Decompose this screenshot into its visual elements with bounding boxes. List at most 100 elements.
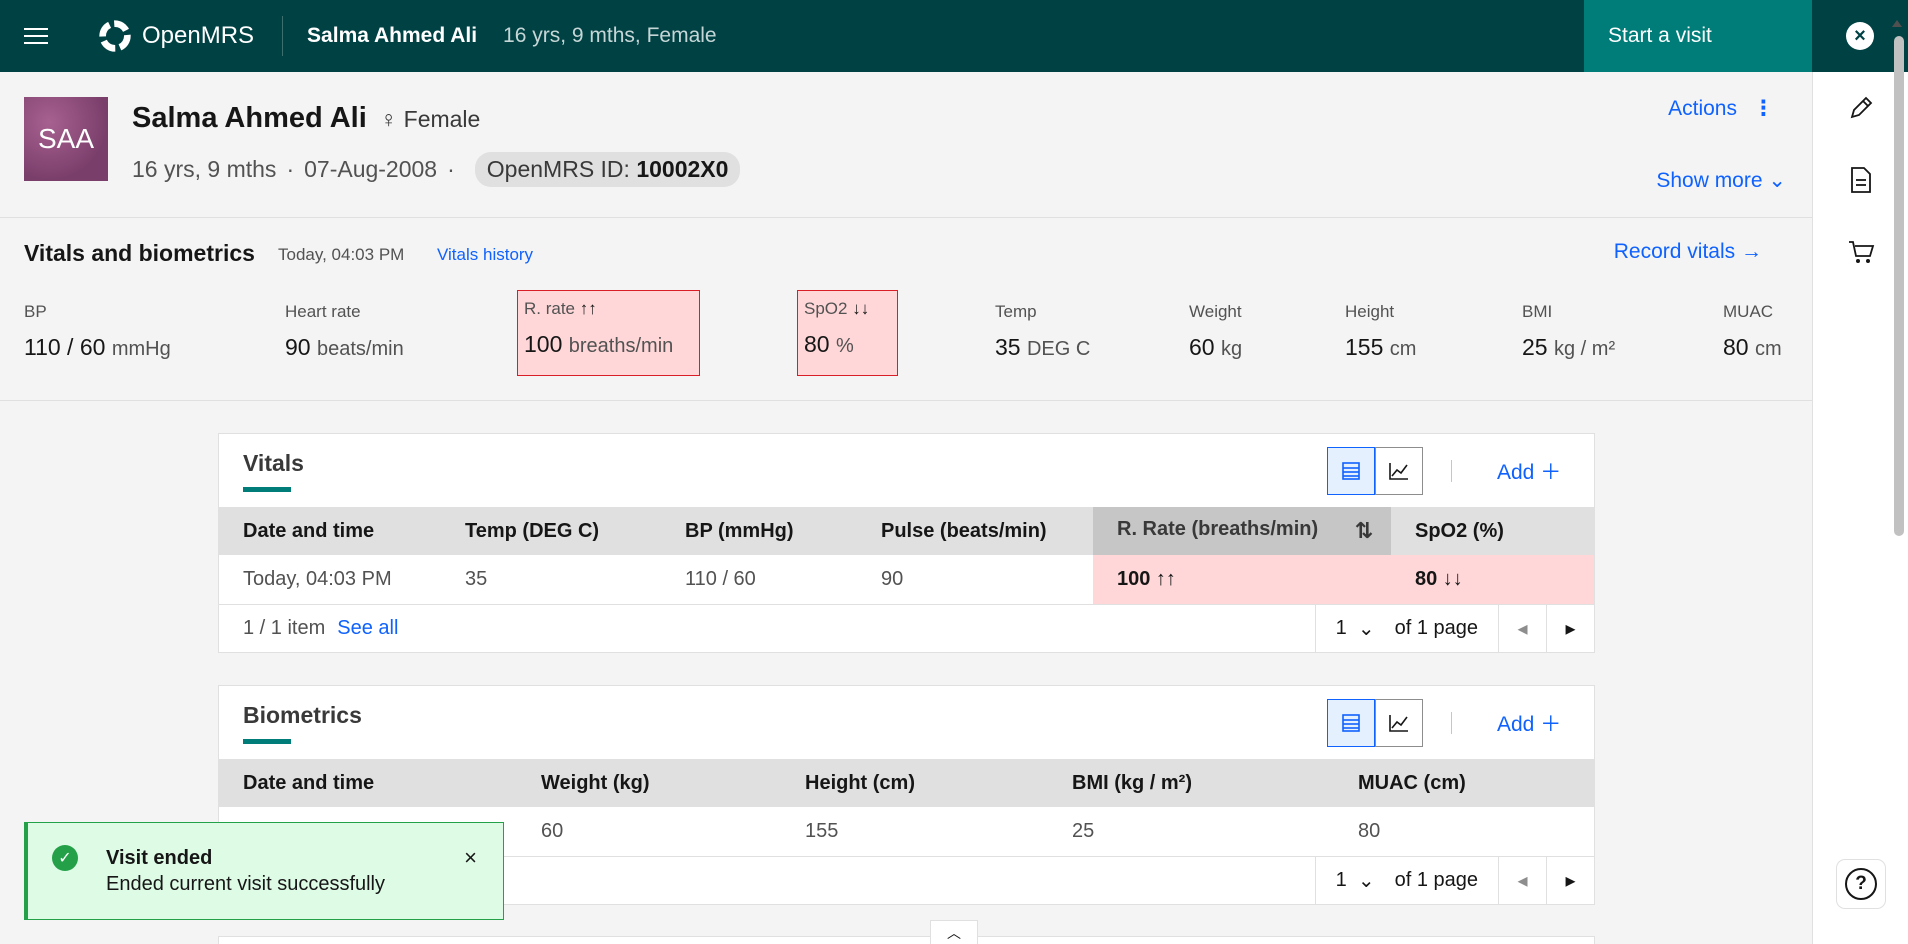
toast-title: Visit ended [106,847,213,869]
page-controls: 1 ⌄ of 1 page ◂ ▸ [1314,604,1594,652]
vital-height: Height 155 cm [1345,302,1416,361]
chart-view-button[interactable] [1375,447,1423,495]
vital-muac: MUAC 80 cm [1723,302,1782,361]
record-vitals-label: Record vitals [1613,240,1736,263]
column-header[interactable]: Date and time [219,507,441,555]
patient-id-tag: OpenMRS ID: 10002X0 [474,152,741,187]
checkmark-icon: ✓ [52,845,78,871]
scroll-up-arrow[interactable] [1892,20,1902,27]
cell-rrate: 100 ↑↑ [1093,555,1391,605]
column-header[interactable]: Temp (DEG C) [441,507,661,555]
header-patient-meta: 16 yrs, 9 mths, Female [503,24,717,47]
chevron-down-icon: ⌄ [1357,617,1375,640]
patient-dob: 07-Aug-2008 [304,156,438,182]
overflow-menu-icon: ⋮ [1753,97,1774,120]
column-header[interactable]: BP (mmHg) [661,507,857,555]
vital-bp: BP 110 / 60 mmHg [24,302,171,361]
vital-value: 90 beats/min [285,334,404,360]
help-button[interactable]: ? [1837,860,1885,908]
actions-menu-button[interactable]: Actions ⋮ [1668,96,1774,121]
vital-label: Temp [995,302,1037,321]
page-count: of 1 page [1394,868,1478,891]
caret-left-icon: ◂ [1517,869,1528,892]
toast-notification: ✓ Visit ended Ended current visit succes… [24,822,504,920]
scrollbar-thumb[interactable] [1894,36,1904,536]
high-flag-icon: ↑↑ [579,299,597,318]
line-chart-icon [1389,463,1408,480]
table-header-row: Date and time Weight (kg) Height (cm) BM… [219,759,1594,807]
header-patient-name: Salma Ahmed Ali [307,24,478,47]
start-visit-button[interactable]: Start a visit [1584,0,1812,72]
column-header[interactable]: BMI (kg / m²) [1048,759,1334,807]
table-view-icon [1342,714,1360,732]
page-select[interactable]: 1 ⌄ [1314,856,1395,904]
column-header[interactable]: SpO2 (%) [1391,507,1594,555]
divider [1451,460,1452,482]
vitals-header-title: Vitals and biometrics [24,240,255,266]
hamburger-menu-icon[interactable] [0,0,72,72]
cell-temp: 35 [441,555,661,605]
cell-spo2: 80 ↓↓ [1391,555,1594,605]
previous-page-button[interactable]: ◂ [1498,604,1546,652]
gender-label: Female [403,106,481,132]
vital-value: 35 DEG C [995,334,1091,360]
next-page-button[interactable]: ▸ [1546,856,1594,904]
chevron-down-icon: ⌄ [1768,169,1786,192]
column-header[interactable]: Date and time [219,759,517,807]
table-view-button[interactable] [1327,699,1375,747]
actions-label: Actions [1668,96,1737,120]
vital-value: 60 kg [1189,334,1243,360]
pagination: 1 / 1 item See all 1 ⌄ of 1 page ◂ ▸ [219,604,1594,652]
separator-dot: · [286,156,295,182]
pen-icon [1850,96,1873,119]
vital-label: Heart rate [285,302,361,321]
vitals-history-link[interactable]: Vitals history [437,245,533,265]
vital-label: BMI [1522,302,1553,321]
openmrs-logo[interactable]: OpenMRS [72,16,284,56]
vital-heart-rate: Heart rate 90 beats/min [285,302,404,361]
column-header-sorted[interactable]: R. Rate (breaths/min) ⇅ [1093,507,1391,555]
table-view-icon [1342,462,1360,480]
id-label: OpenMRS ID: [486,156,630,182]
page-controls: 1 ⌄ of 1 page ◂ ▸ [1314,856,1594,904]
vitals-timestamp: Today, 04:03 PM [278,245,405,264]
add-biometrics-button[interactable]: Add ＋ [1497,708,1561,738]
item-count: 1 / 1 item [243,616,326,639]
cell-bp: 110 / 60 [661,555,857,605]
separator-dot: · [447,156,455,182]
top-navigation-bar: OpenMRS Salma Ahmed Ali 16 yrs, 9 mths, … [0,0,1908,72]
show-more-button[interactable]: Show more ⌄ [1656,168,1786,193]
vital-value: 25 kg / m² [1522,334,1616,360]
vital-value: 155 cm [1345,334,1417,360]
record-vitals-button[interactable]: Record vitals → [1614,240,1762,264]
previous-page-button[interactable]: ◂ [1498,856,1546,904]
column-header[interactable]: Pulse (beats/min) [857,507,1093,555]
patient-gender: ♀ Female [380,106,480,133]
add-vitals-button[interactable]: Add ＋ [1497,456,1561,486]
collapse-toggle-button[interactable]: ︿ [930,920,978,944]
page-select[interactable]: 1 ⌄ [1314,604,1395,652]
vital-value: 110 / 60 mmHg [24,334,171,360]
patient-name: Salma Ahmed Ali [132,102,367,134]
cell-pulse: 90 [857,555,1093,605]
see-all-link[interactable]: See all [337,617,398,640]
low-flag-icon: ↓↓ [852,299,870,318]
chart-view-button[interactable] [1375,699,1423,747]
shopping-cart-icon [1849,241,1875,263]
vital-label: MUAC [1723,302,1774,321]
vital-spo2: SpO2 ↓↓ 80 % [797,290,898,376]
close-toast-button[interactable]: × [464,845,477,871]
toast-subtitle: Ended current visit successfully [106,873,386,895]
table-view-button[interactable] [1327,447,1375,495]
next-card [218,936,1595,944]
next-page-button[interactable]: ▸ [1546,604,1594,652]
column-header[interactable]: Weight (kg) [517,759,781,807]
patient-age: 16 yrs, 9 mths [132,156,277,182]
caret-right-icon: ▸ [1565,869,1576,892]
page-count: of 1 page [1394,616,1478,639]
help-icon: ? [1845,868,1877,900]
column-header[interactable]: Height (cm) [781,759,1048,807]
vitals-table: Date and time Temp (DEG C) BP (mmHg) Pul… [219,507,1594,605]
female-icon: ♀ [380,106,398,132]
column-header[interactable]: MUAC (cm) [1334,759,1594,807]
